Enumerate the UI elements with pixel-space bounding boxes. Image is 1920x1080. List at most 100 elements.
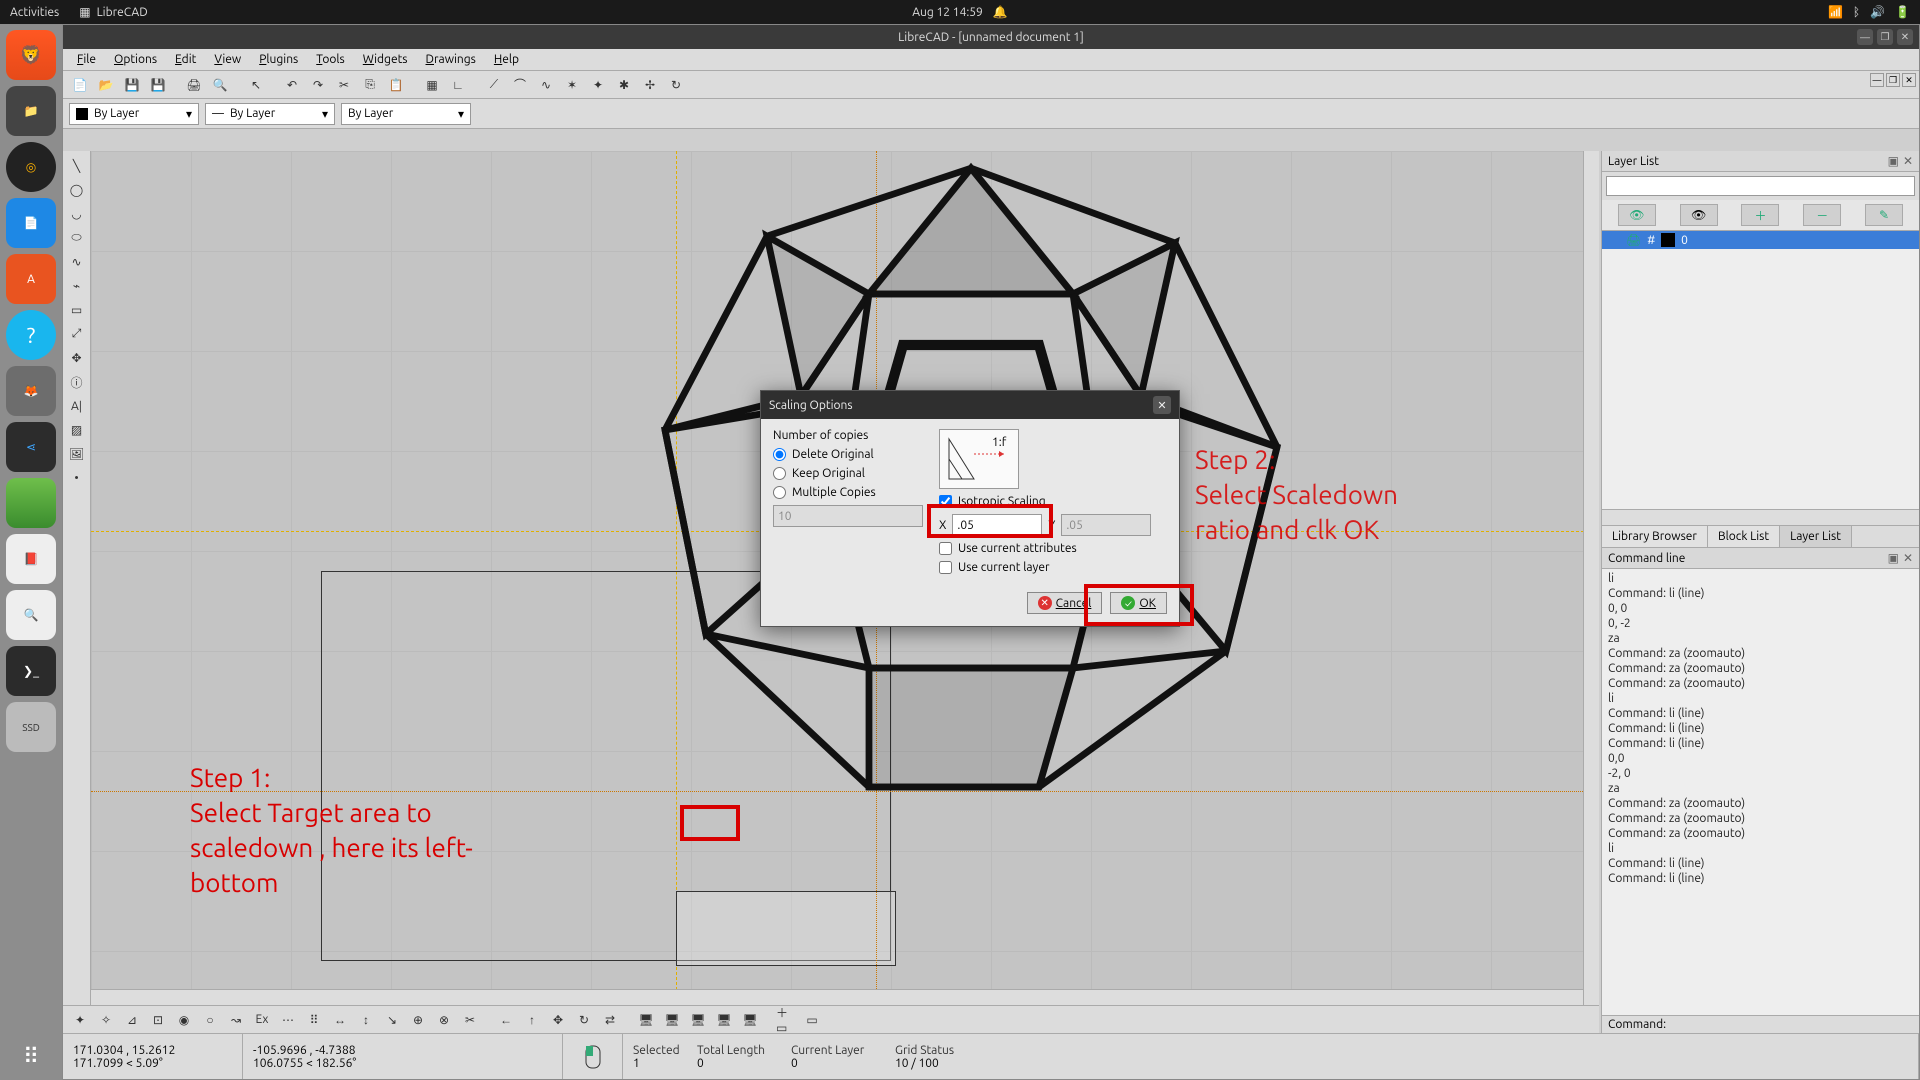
relative-zero-icon[interactable]: ⊕ xyxy=(407,1009,429,1031)
snap-rotate-icon[interactable]: ↻ xyxy=(665,74,687,96)
restrict-v-icon[interactable]: ↕ xyxy=(355,1009,377,1031)
command-output[interactable]: liCommand: li (line)0, 00, -2zaCommand: … xyxy=(1602,569,1919,1015)
dock-show-apps-icon[interactable]: ⠿ xyxy=(23,1044,39,1070)
grid-toggle-icon[interactable]: ▦ xyxy=(421,74,443,96)
dock-image-viewer-icon[interactable]: 🔍 xyxy=(6,590,56,640)
axes-icon[interactable]: ∟ xyxy=(447,74,469,96)
wifi-icon[interactable]: 📶 xyxy=(1828,5,1843,19)
snap-center-icon[interactable]: ✱ xyxy=(613,74,635,96)
linetype-combo[interactable]: — By Layer ▾ xyxy=(205,103,335,125)
snap-arc-icon[interactable]: ⌒ xyxy=(509,74,531,96)
menu-file[interactable]: File xyxy=(69,51,104,68)
point-tool-icon[interactable]: • xyxy=(66,467,88,489)
mdi-restore-button[interactable]: ❐ xyxy=(1886,73,1900,87)
ellipse-tool-icon[interactable]: ⬭ xyxy=(66,227,88,249)
menu-view[interactable]: View xyxy=(206,51,249,68)
circle-tool-icon[interactable]: ◯ xyxy=(66,179,88,201)
layer-show-all-icon[interactable]: 👁 xyxy=(1618,204,1656,226)
zoom-out-icon[interactable]: ▭ xyxy=(801,1009,823,1031)
layer-lock-icon[interactable]: # xyxy=(1647,234,1655,247)
tab-layer-list[interactable]: Layer List xyxy=(1780,526,1852,547)
spline-tool-icon[interactable]: ∿ xyxy=(66,251,88,273)
dock-brave-icon[interactable]: 🦁 xyxy=(6,30,56,80)
activities-button[interactable]: Activities xyxy=(10,6,59,19)
dock-terminal-icon[interactable]: ❯_ xyxy=(6,646,56,696)
window-maximize-button[interactable]: ❐ xyxy=(1877,29,1893,45)
mdi-minimize-button[interactable]: — xyxy=(1870,73,1884,87)
layer-horizontal-scrollbar[interactable] xyxy=(1602,509,1919,525)
move-icon[interactable]: ✥ xyxy=(547,1009,569,1031)
window-close-button[interactable]: ✕ xyxy=(1897,29,1913,45)
snap-middle-icon[interactable]: ○ xyxy=(199,1009,221,1031)
redo-icon[interactable]: ↷ xyxy=(307,74,329,96)
tab-library-browser[interactable]: Library Browser xyxy=(1602,526,1708,547)
print-icon[interactable]: 🖨 xyxy=(183,74,205,96)
menu-help[interactable]: Help xyxy=(486,51,527,68)
select-tool-icon[interactable]: ▭ xyxy=(66,299,88,321)
snap-endpoint-icon[interactable]: ⊿ xyxy=(121,1009,143,1031)
canvas-vertical-scrollbar[interactable] xyxy=(1583,151,1599,1005)
paste-icon[interactable]: 📋 xyxy=(385,74,407,96)
menu-plugins[interactable]: Plugins xyxy=(251,51,306,68)
new-file-icon[interactable]: 📄 xyxy=(69,74,91,96)
cursor-icon[interactable]: ↖ xyxy=(245,74,267,96)
snap-curve-icon[interactable]: ∿ xyxy=(535,74,557,96)
zoom-in-icon[interactable]: ＋▭ xyxy=(775,1009,797,1031)
save-file-icon[interactable]: 💾 xyxy=(121,74,143,96)
layer-color-swatch[interactable] xyxy=(1661,233,1675,247)
layer-hide-all-icon[interactable]: 👁 xyxy=(1680,204,1718,226)
layer-print-icon[interactable]: 🖨 xyxy=(1626,233,1641,247)
layer-list-area[interactable] xyxy=(1602,249,1919,509)
rotate-icon[interactable]: ↻ xyxy=(573,1009,595,1031)
move-h-icon[interactable]: ← xyxy=(495,1009,517,1031)
snap-tangent-icon[interactable]: ✢ xyxy=(639,74,661,96)
restrict-h-icon[interactable]: ↔ xyxy=(329,1009,351,1031)
panel-undock-icon[interactable]: ▣ xyxy=(1888,154,1899,168)
undo-icon[interactable]: ↶ xyxy=(281,74,303,96)
snap-onentity-icon[interactable]: ⊡ xyxy=(147,1009,169,1031)
radio-keep-original[interactable]: Keep Original xyxy=(773,467,923,480)
window-minimize-button[interactable]: — xyxy=(1857,29,1873,45)
restrict-ortho-icon[interactable]: ↘ xyxy=(381,1009,403,1031)
active-app[interactable]: ▦ LibreCAD xyxy=(79,5,147,19)
snap-free-icon[interactable]: ✦ xyxy=(69,1009,91,1031)
snap-intersect-icon[interactable]: Ex xyxy=(251,1009,273,1031)
mdi-close-button[interactable]: ✕ xyxy=(1902,73,1916,87)
use-layer-checkbox[interactable]: Use current layer xyxy=(939,561,1167,574)
lock-relzero-icon[interactable]: ⊗ xyxy=(433,1009,455,1031)
volume-icon[interactable]: 🔊 xyxy=(1870,5,1885,19)
snap-line-icon[interactable]: ⟋ xyxy=(483,74,505,96)
layer-row-0[interactable]: 🖨 # 0 xyxy=(1602,231,1919,249)
modify-tool-icon[interactable]: ✥ xyxy=(66,347,88,369)
snap-center-icon[interactable]: ◉ xyxy=(173,1009,195,1031)
hatch-tool-icon[interactable]: ▨ xyxy=(66,419,88,441)
arc-tool-icon[interactable]: ◡ xyxy=(66,203,88,225)
tab-block-list[interactable]: Block List xyxy=(1708,526,1780,547)
dock-evince-icon[interactable]: 📕 xyxy=(6,534,56,584)
notification-bell-icon[interactable]: 🔔 xyxy=(993,5,1008,19)
text-tool-icon[interactable]: A| xyxy=(66,395,88,417)
dock-vscode-icon[interactable]: ⋖ xyxy=(6,422,56,472)
radio-multiple-copies[interactable]: Multiple Copies xyxy=(773,486,923,499)
panel-close-icon[interactable]: ✕ xyxy=(1903,154,1913,168)
battery-icon[interactable]: 🔋 xyxy=(1895,5,1910,19)
menu-drawings[interactable]: Drawings xyxy=(418,51,484,68)
snap-dots-icon[interactable]: ⋯ xyxy=(277,1009,299,1031)
snap-gridpts-icon[interactable]: ⠿ xyxy=(303,1009,325,1031)
cut-icon[interactable]: ✂ xyxy=(333,74,355,96)
radio-delete-original[interactable]: Delete Original xyxy=(773,448,923,461)
dock-librecad-icon[interactable] xyxy=(6,478,56,528)
trim-icon[interactable]: ✂ xyxy=(459,1009,481,1031)
color-combo[interactable]: By Layer ▾ xyxy=(69,103,199,125)
polyline-tool-icon[interactable]: ⌁ xyxy=(66,275,88,297)
dimension-tool-icon[interactable]: ⤢ xyxy=(66,323,88,345)
dialog-close-button[interactable]: ✕ xyxy=(1153,396,1171,414)
dock-software-icon[interactable]: A xyxy=(6,254,56,304)
menu-options[interactable]: Options xyxy=(106,51,165,68)
panel-undock-icon[interactable]: ▣ xyxy=(1888,551,1899,565)
line-tool-icon[interactable]: ╲ xyxy=(66,155,88,177)
dock-rhythmbox-icon[interactable]: ◎ xyxy=(6,142,56,192)
layer-filter-input[interactable] xyxy=(1606,176,1915,196)
screen3-icon[interactable]: 🖥 xyxy=(687,1009,709,1031)
screen2-icon[interactable]: 🖥 xyxy=(661,1009,683,1031)
